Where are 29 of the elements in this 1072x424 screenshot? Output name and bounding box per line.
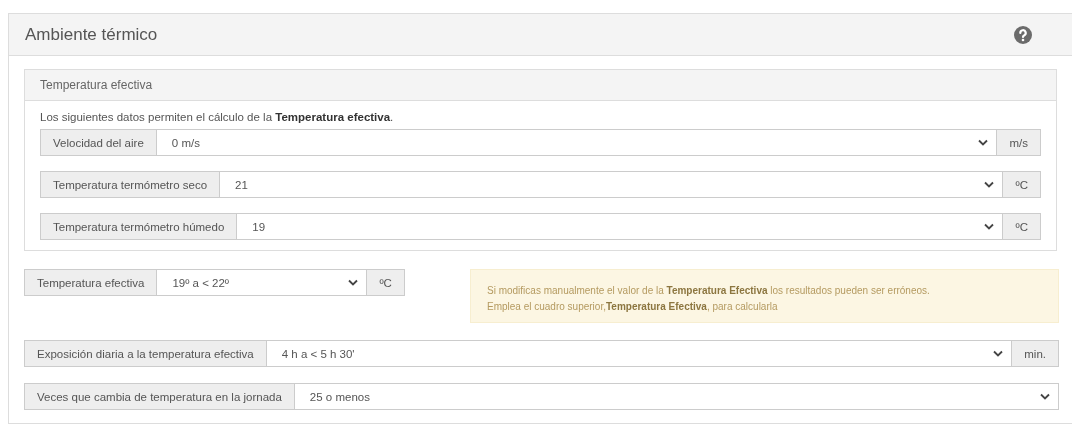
warning-text: Emplea el cuadro superior,Temperatura Efectiva, para calcularla [487,299,779,314]
unit-label: ºC [367,269,405,296]
chevron-down-icon [993,350,1004,357]
unit-label: m/s [997,129,1041,156]
unit-label: min. [1012,340,1059,367]
chevron-down-icon [984,223,995,230]
subpanel-title: Temperatura efectiva [40,78,153,92]
chevron-down-icon [1040,393,1050,400]
field-label: Veces que cambia de temperatura en la jornada [24,383,295,410]
select-field[interactable]: 0 m/s [156,129,998,156]
chevron-down-icon [978,139,989,146]
chevron-down-icon [984,181,995,188]
select-field[interactable]: 25 o menos [294,383,1059,410]
select-field[interactable]: 19 [237,213,1004,240]
warning-text: Si modificas manualmente el valor de la Temperatura Efectiva los resultados pueden ser erróneos. [487,284,931,298]
panel-title: Ambiente térmico [25,24,158,45]
unit-label: ºC [1003,171,1041,198]
field-label: Velocidad del aire [40,129,157,156]
field-label: Temperatura termómetro húmedo [40,213,238,240]
chevron-down-icon [348,279,359,286]
field-label: Exposición diaria a la temperatura efectiva [24,340,267,367]
select-field[interactable]: 21 [220,171,1004,198]
field-label: Temperatura efectiva [24,269,158,296]
select-field[interactable]: 19º a < 22º [157,269,368,296]
help-icon[interactable] [1014,25,1032,44]
intro-text: Los siguientes datos permiten el cálculo de la Temperatura efectiva. [40,111,395,123]
unit-label: ºC [1003,213,1041,240]
select-field[interactable]: 4 h a < 5 h 30' [266,340,1013,367]
field-label: Temperatura termómetro seco [40,171,221,198]
